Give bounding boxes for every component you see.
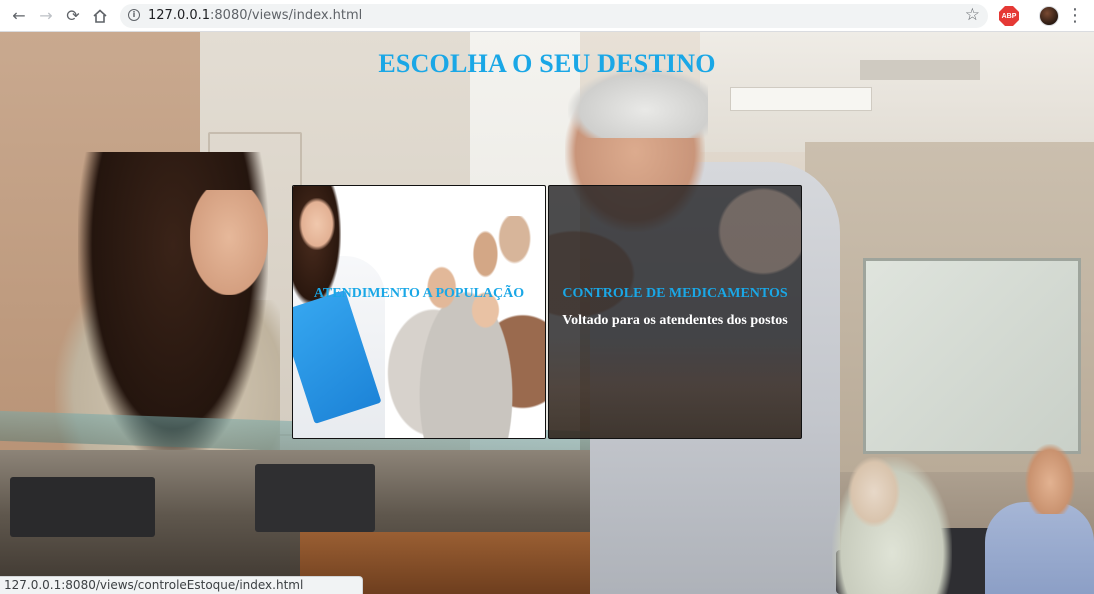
address-bar[interactable]: i 127.0.0.1:8080/views/index.html ☆ [120, 4, 988, 28]
card-title: CONTROLE DE MEDICAMENTOS [562, 286, 788, 301]
info-icon[interactable]: i [128, 9, 140, 21]
forward-button[interactable]: → [34, 4, 58, 28]
reload-icon: ⟳ [66, 6, 80, 25]
status-url-bubble: 127.0.0.1:8080/views/controleEstoque/ind… [0, 576, 363, 594]
card-atendimento-populacao[interactable]: ATENDIMENTO A POPULAÇÃO [292, 185, 546, 439]
address-path: :8080/views/index.html [210, 8, 363, 23]
address-host: 127.0.0.1 [148, 8, 211, 23]
kebab-menu-icon[interactable]: ⋮ [1066, 4, 1084, 28]
page-title: ESCOLHA O SEU DESTINO [378, 49, 716, 78]
card-illustration-dimmed [549, 186, 801, 438]
page-viewport: ESCOLHA O SEU DESTINO ATENDIMENTO A POPU… [0, 32, 1094, 594]
arrow-left-icon: ← [12, 6, 26, 25]
adblock-extension-button[interactable]: ABP [999, 6, 1019, 26]
browser-toolbar: ← → ⟳ i 127.0.0.1:8080/views/index.html … [0, 0, 1094, 32]
card-controle-medicamentos[interactable]: CONTROLE DE MEDICAMENTOS Voltado para os… [548, 185, 802, 439]
adblock-label: ABP [1001, 12, 1017, 20]
address-url[interactable]: 127.0.0.1:8080/views/index.html [148, 8, 362, 23]
profile-avatar[interactable] [1039, 6, 1059, 26]
home-icon [93, 9, 107, 23]
card-subtitle: Voltado para os atendentes dos postos [562, 313, 788, 328]
card-title: ATENDIMENTO A POPULAÇÃO [313, 286, 525, 301]
home-button[interactable] [88, 4, 112, 28]
reload-button[interactable]: ⟳ [61, 4, 85, 28]
arrow-right-icon: → [39, 6, 53, 25]
back-button[interactable]: ← [7, 4, 31, 28]
star-icon[interactable]: ☆ [965, 5, 980, 25]
